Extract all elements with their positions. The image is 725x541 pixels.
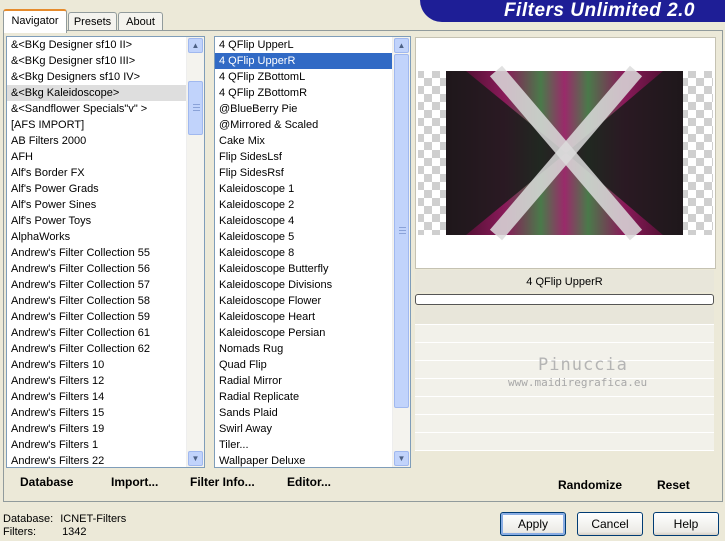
list-item[interactable]: Andrew's Filter Collection 56 bbox=[7, 261, 187, 277]
category-scrollbar[interactable]: ▲ ▼ bbox=[186, 37, 204, 467]
list-item[interactable]: Alf's Power Toys bbox=[7, 213, 187, 229]
list-item[interactable]: AlphaWorks bbox=[7, 229, 187, 245]
list-item[interactable]: Andrew's Filter Collection 61 bbox=[7, 325, 187, 341]
list-item[interactable]: AB Filters 2000 bbox=[7, 133, 187, 149]
database-value: ICNET-Filters bbox=[60, 513, 127, 525]
list-item[interactable]: Andrew's Filter Collection 62 bbox=[7, 341, 187, 357]
filters-status: Filters: 1342 bbox=[3, 526, 87, 538]
list-item[interactable]: Swirl Away bbox=[215, 421, 393, 437]
list-item[interactable]: Andrew's Filters 1 bbox=[7, 437, 187, 453]
list-item[interactable]: Andrew's Filters 22 bbox=[7, 453, 187, 467]
list-item[interactable]: @BlueBerry Pie bbox=[215, 101, 393, 117]
list-item[interactable]: Flip SidesRsf bbox=[215, 165, 393, 181]
preview-pane bbox=[415, 37, 716, 269]
list-item[interactable]: 4 QFlip UpperR bbox=[215, 53, 393, 69]
scroll-thumb[interactable] bbox=[188, 81, 203, 135]
list-item[interactable]: &<BKg Designer sf10 III> bbox=[7, 53, 187, 69]
watermark-name: Pinuccia bbox=[538, 355, 628, 375]
list-item[interactable]: Andrew's Filters 10 bbox=[7, 357, 187, 373]
list-item[interactable]: Andrew's Filter Collection 57 bbox=[7, 277, 187, 293]
brand-banner: Filters Unlimited 2.0 bbox=[420, 0, 725, 22]
list-item[interactable]: Kaleidoscope 8 bbox=[215, 245, 393, 261]
filter-listbox[interactable]: 4 QFlip UpperL 4 QFlip UpperR 4 QFlip ZBot… bbox=[214, 36, 411, 468]
scroll-thumb[interactable] bbox=[394, 54, 409, 408]
list-item[interactable]: Nomads Rug bbox=[215, 341, 393, 357]
list-item[interactable]: Alf's Border FX bbox=[7, 165, 187, 181]
help-button[interactable]: Help bbox=[653, 512, 719, 536]
list-item[interactable]: 4 QFlip ZBottomR bbox=[215, 85, 393, 101]
scroll-down-icon[interactable]: ▼ bbox=[188, 451, 203, 466]
list-item[interactable]: Sands Plaid bbox=[215, 405, 393, 421]
list-item[interactable]: &<Sandflower Specials"v" > bbox=[7, 101, 187, 117]
import-button[interactable]: Import... bbox=[111, 475, 158, 489]
filters-value: 1342 bbox=[62, 526, 87, 538]
scroll-down-icon[interactable]: ▼ bbox=[394, 451, 409, 466]
list-item[interactable]: Kaleidoscope Flower bbox=[215, 293, 393, 309]
list-item[interactable]: Kaleidoscope 2 bbox=[215, 197, 393, 213]
list-item[interactable]: Wallpaper Deluxe bbox=[215, 453, 393, 467]
tab-presets[interactable]: Presets bbox=[68, 12, 117, 31]
list-item[interactable]: Kaleidoscope 4 bbox=[215, 213, 393, 229]
list-item[interactable]: 4 QFlip UpperL bbox=[215, 37, 393, 53]
tab-navigator[interactable]: Navigator bbox=[3, 9, 67, 33]
selected-filter-name: 4 QFlip UpperR bbox=[415, 270, 714, 292]
database-button[interactable]: Database bbox=[20, 475, 73, 489]
list-item[interactable]: Andrew's Filters 14 bbox=[7, 389, 187, 405]
cancel-button[interactable]: Cancel bbox=[577, 512, 643, 536]
filter-list: 4 QFlip UpperL 4 QFlip UpperR 4 QFlip ZBot… bbox=[215, 37, 393, 467]
list-item[interactable]: Flip SidesLsf bbox=[215, 149, 393, 165]
list-item[interactable]: Kaleidoscope Divisions bbox=[215, 277, 393, 293]
filter-info-button[interactable]: Filter Info... bbox=[190, 475, 255, 489]
list-item[interactable]: Quad Flip bbox=[215, 357, 393, 373]
list-item[interactable]: Tiler... bbox=[215, 437, 393, 453]
list-item[interactable]: Radial Replicate bbox=[215, 389, 393, 405]
preview-image bbox=[416, 38, 715, 268]
list-item[interactable]: Andrew's Filters 12 bbox=[7, 373, 187, 389]
filters-label: Filters: bbox=[3, 526, 36, 538]
scroll-up-icon[interactable]: ▲ bbox=[394, 38, 409, 53]
filter-scrollbar[interactable]: ▲ ▼ bbox=[392, 37, 410, 467]
list-item[interactable]: Kaleidoscope 5 bbox=[215, 229, 393, 245]
list-item[interactable]: Kaleidoscope Butterfly bbox=[215, 261, 393, 277]
list-item[interactable]: Kaleidoscope 1 bbox=[215, 181, 393, 197]
list-item[interactable]: 4 QFlip ZBottomL bbox=[215, 69, 393, 85]
list-item[interactable]: &<BKg Designer sf10 II> bbox=[7, 37, 187, 53]
list-item[interactable]: Andrew's Filters 15 bbox=[7, 405, 187, 421]
tab-about[interactable]: About bbox=[118, 12, 163, 31]
list-item[interactable]: Cake Mix bbox=[215, 133, 393, 149]
database-status: Database: ICNET-Filters bbox=[3, 513, 126, 525]
editor-button[interactable]: Editor... bbox=[287, 475, 331, 489]
watermark-url: www.maidiregrafica.eu bbox=[508, 376, 648, 389]
list-item[interactable]: &<Bkg Kaleidoscope> bbox=[7, 85, 187, 101]
apply-button[interactable]: Apply bbox=[500, 512, 566, 536]
list-item[interactable]: AFH bbox=[7, 149, 187, 165]
list-item[interactable]: [AFS IMPORT] bbox=[7, 117, 187, 133]
list-item[interactable]: @Mirrored & Scaled bbox=[215, 117, 393, 133]
category-list: &<BKg Designer sf10 II> &<BKg Designer sf… bbox=[7, 37, 187, 467]
progress-bar bbox=[415, 294, 714, 305]
list-item[interactable]: Andrew's Filter Collection 59 bbox=[7, 309, 187, 325]
list-item[interactable]: Andrew's Filter Collection 58 bbox=[7, 293, 187, 309]
brand-title: Filters Unlimited 2.0 bbox=[503, 0, 695, 21]
list-item[interactable]: Alf's Power Sines bbox=[7, 197, 187, 213]
list-item[interactable]: Radial Mirror bbox=[215, 373, 393, 389]
list-item[interactable]: Kaleidoscope Heart bbox=[215, 309, 393, 325]
list-item[interactable]: &<Bkg Designers sf10 IV> bbox=[7, 69, 187, 85]
reset-button[interactable]: Reset bbox=[657, 478, 690, 492]
list-item[interactable]: Andrew's Filters 19 bbox=[7, 421, 187, 437]
list-item[interactable]: Kaleidoscope Persian bbox=[215, 325, 393, 341]
list-item[interactable]: Alf's Power Grads bbox=[7, 181, 187, 197]
category-listbox[interactable]: &<BKg Designer sf10 II> &<BKg Designer sf… bbox=[6, 36, 205, 468]
randomize-button[interactable]: Randomize bbox=[558, 478, 622, 492]
scroll-up-icon[interactable]: ▲ bbox=[188, 38, 203, 53]
list-item[interactable]: Andrew's Filter Collection 55 bbox=[7, 245, 187, 261]
database-label: Database: bbox=[3, 513, 54, 525]
